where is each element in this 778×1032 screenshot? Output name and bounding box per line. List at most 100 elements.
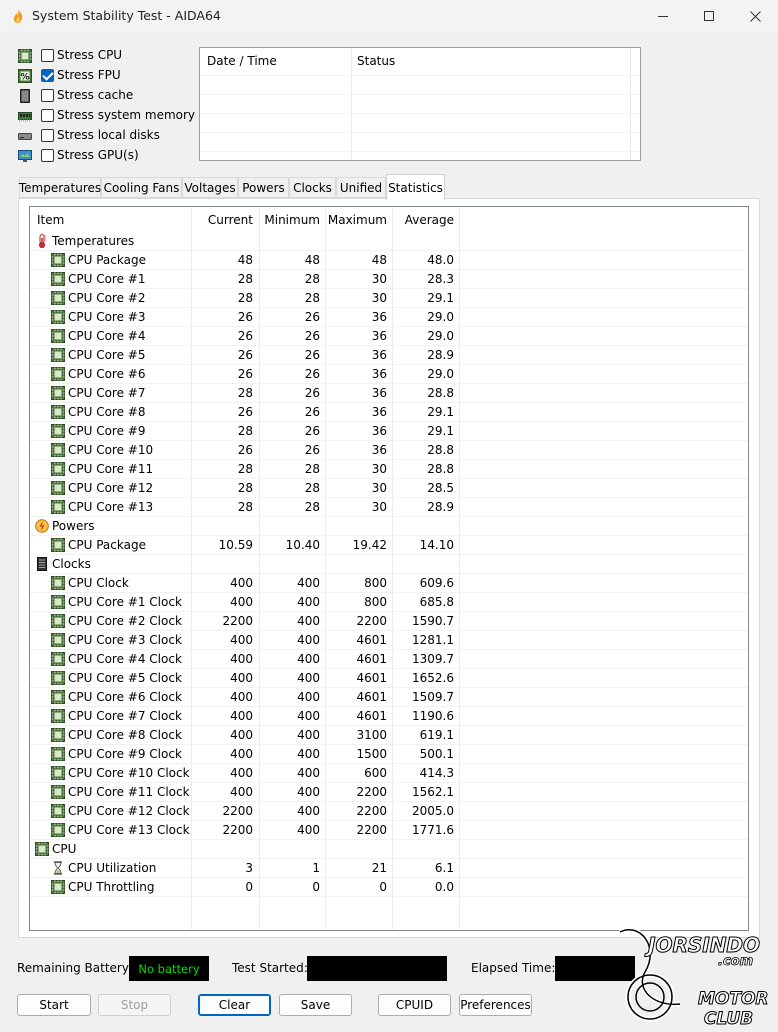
- column-header-maximum[interactable]: Maximum: [325, 213, 387, 227]
- checkbox-stress-local-disks[interactable]: [41, 129, 54, 142]
- cell-maximum: 4601: [356, 633, 387, 647]
- option-label[interactable]: Stress cache: [57, 88, 133, 102]
- table-row[interactable]: CPU Core #1 28 28 30 28.3: [30, 270, 748, 289]
- cell-minimum: 26: [304, 443, 320, 457]
- column-header-current[interactable]: Current: [191, 213, 253, 227]
- column-header-item[interactable]: Item: [37, 213, 64, 227]
- table-group-row[interactable]: Clocks: [30, 555, 748, 574]
- table-row[interactable]: CPU Core #10 26 26 36 28.8: [30, 441, 748, 460]
- table-row[interactable]: CPU Package 10.59 10.40 19.42 14.10: [30, 536, 748, 555]
- table-row[interactable]: CPU Core #13 Clock 2200 400 2200 1771.6: [30, 821, 748, 840]
- cell-average: 29.0: [427, 329, 454, 343]
- cpu-chip-icon: [35, 842, 49, 856]
- table-row[interactable]: CPU Core #12 28 28 30 28.5: [30, 479, 748, 498]
- row-name: CPU Core #2 Clock: [51, 614, 182, 628]
- table-row[interactable]: CPU Core #2 28 28 30 29.1: [30, 289, 748, 308]
- maximize-button[interactable]: [686, 0, 732, 32]
- table-row[interactable]: CPU Core #7 Clock 400 400 4601 1190.6: [30, 707, 748, 726]
- row-label: CPU Core #9: [68, 424, 146, 438]
- table-row[interactable]: CPU Core #5 Clock 400 400 4601 1652.6: [30, 669, 748, 688]
- checkbox-stress-gpu-s[interactable]: [41, 149, 54, 162]
- minimize-button[interactable]: [640, 0, 686, 32]
- table-row[interactable]: CPU Core #10 Clock 400 400 600 414.3: [30, 764, 748, 783]
- table-row[interactable]: CPU Core #6 Clock 400 400 4601 1509.7: [30, 688, 748, 707]
- cpu-chip-icon: [51, 747, 65, 761]
- option-label[interactable]: Stress FPU: [57, 68, 121, 82]
- option-label[interactable]: Stress GPU(s): [57, 148, 139, 162]
- cell-current: 400: [230, 747, 253, 761]
- table-row[interactable]: CPU Clock 400 400 800 609.6: [30, 574, 748, 593]
- clear-button[interactable]: Clear: [198, 994, 271, 1016]
- cell-average: 28.8: [427, 386, 454, 400]
- checkbox-stress-cache[interactable]: [41, 89, 54, 102]
- checkbox-stress-fpu[interactable]: [41, 69, 54, 82]
- tab-temperatures[interactable]: Temperatures: [19, 177, 101, 198]
- save-button[interactable]: Save: [279, 994, 352, 1016]
- clock-chip-icon: [35, 557, 49, 571]
- tab-unified[interactable]: Unified: [336, 177, 386, 198]
- row-label: CPU Core #10 Clock: [68, 766, 190, 780]
- table-row[interactable]: CPU Core #11 28 28 30 28.8: [30, 460, 748, 479]
- table-row[interactable]: CPU Core #1 Clock 400 400 800 685.8: [30, 593, 748, 612]
- column-header-average[interactable]: Average: [392, 213, 454, 227]
- tab-clocks[interactable]: Clocks: [289, 177, 336, 198]
- table-row[interactable]: CPU Core #4 Clock 400 400 4601 1309.7: [30, 650, 748, 669]
- table-row[interactable]: CPU Utilization 3 1 21 6.1: [30, 859, 748, 878]
- tab-cooling-fans[interactable]: Cooling Fans: [101, 177, 182, 198]
- row-name: CPU Core #4: [51, 329, 146, 343]
- cell-average: 28.9: [427, 500, 454, 514]
- cell-average: 0.0: [434, 880, 454, 894]
- cell-current: 26: [237, 348, 253, 362]
- table-row[interactable]: CPU Core #8 26 26 36 29.1: [30, 403, 748, 422]
- cpuid-button[interactable]: CPUID: [378, 994, 451, 1016]
- watermark-line3: MOTOR: [698, 989, 769, 1009]
- checkbox-stress-cpu[interactable]: [41, 49, 54, 62]
- table-row[interactable]: CPU Core #11 Clock 400 400 2200 1562.1: [30, 783, 748, 802]
- table-row[interactable]: CPU Core #3 Clock 400 400 4601 1281.1: [30, 631, 748, 650]
- row-label: CPU Core #8: [68, 405, 146, 419]
- cell-average: 29.1: [427, 405, 454, 419]
- table-group-row[interactable]: CPU: [30, 840, 748, 859]
- table-row[interactable]: CPU Core #6 26 26 36 29.0: [30, 365, 748, 384]
- table-row[interactable]: CPU Package 48 48 48 48.0: [30, 251, 748, 270]
- cell-minimum: 26: [304, 386, 320, 400]
- cell-average: 29.1: [427, 291, 454, 305]
- table-row[interactable]: CPU Core #12 Clock 2200 400 2200 2005.0: [30, 802, 748, 821]
- option-label[interactable]: Stress local disks: [57, 128, 160, 142]
- table-row[interactable]: CPU Core #3 26 26 36 29.0: [30, 308, 748, 327]
- preferences-button[interactable]: Preferences: [459, 994, 532, 1016]
- checkbox-stress-system-memory[interactable]: [41, 109, 54, 122]
- table-group-row[interactable]: Temperatures: [30, 232, 748, 251]
- table-row[interactable]: CPU Core #13 28 28 30 28.9: [30, 498, 748, 517]
- cpu-chip-icon: [51, 481, 65, 495]
- table-row[interactable]: CPU Core #2 Clock 2200 400 2200 1590.7: [30, 612, 748, 631]
- tab-voltages[interactable]: Voltages: [182, 177, 238, 198]
- table-group-row[interactable]: Powers: [30, 517, 748, 536]
- start-button[interactable]: Start: [17, 994, 91, 1016]
- cell-minimum: 0: [312, 880, 320, 894]
- log-header-datetime[interactable]: Date / Time: [207, 54, 277, 68]
- tab-powers[interactable]: Powers: [238, 177, 289, 198]
- cell-average: 28.3: [427, 272, 454, 286]
- table-row[interactable]: CPU Throttling 0 0 0 0.0: [30, 878, 748, 897]
- status-log[interactable]: Date / Time Status: [199, 47, 641, 161]
- row-name: CPU Core #11: [51, 462, 153, 476]
- stop-button[interactable]: Stop: [98, 994, 171, 1016]
- table-row[interactable]: CPU Core #7 28 26 36 28.8: [30, 384, 748, 403]
- statistics-table[interactable]: Item Current Minimum Maximum Average Tem…: [29, 206, 749, 931]
- cell-current: 26: [237, 443, 253, 457]
- tab-statistics[interactable]: Statistics: [386, 174, 445, 200]
- table-row[interactable]: CPU Core #5 26 26 36 28.9: [30, 346, 748, 365]
- table-row[interactable]: CPU Core #9 Clock 400 400 1500 500.1: [30, 745, 748, 764]
- option-label[interactable]: Stress system memory: [57, 108, 195, 122]
- row-label: CPU Core #4: [68, 329, 146, 343]
- close-button[interactable]: [732, 0, 778, 32]
- table-row[interactable]: CPU Core #9 28 26 36 29.1: [30, 422, 748, 441]
- option-label[interactable]: Stress CPU: [57, 48, 122, 62]
- row-label: CPU Core #7 Clock: [68, 709, 182, 723]
- row-name: CPU Core #5 Clock: [51, 671, 182, 685]
- column-header-minimum[interactable]: Minimum: [259, 213, 320, 227]
- table-row[interactable]: CPU Core #4 26 26 36 29.0: [30, 327, 748, 346]
- log-header-status[interactable]: Status: [357, 54, 395, 68]
- table-row[interactable]: CPU Core #8 Clock 400 400 3100 619.1: [30, 726, 748, 745]
